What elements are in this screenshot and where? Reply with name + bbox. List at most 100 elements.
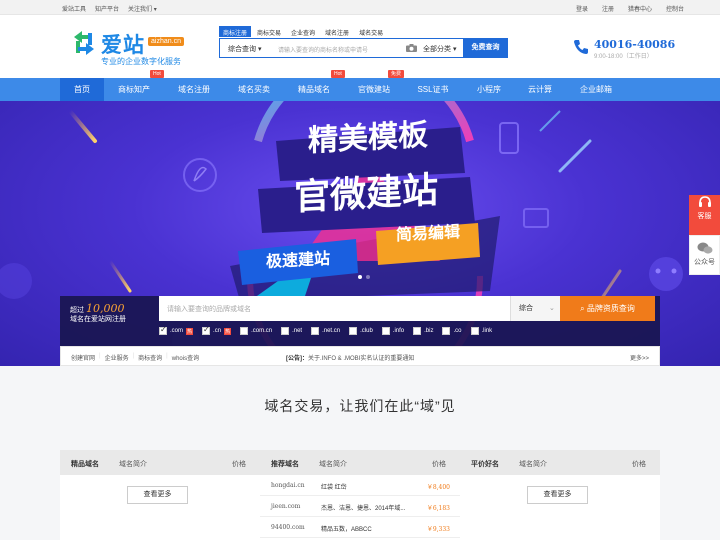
nav-domain-trade[interactable]: 域名买卖: [224, 78, 284, 101]
tld-label: .net.cn: [322, 328, 341, 334]
login-link[interactable]: 登录: [576, 4, 588, 13]
tld-label: .link: [481, 328, 493, 334]
tld-checkbox[interactable]: .com热: [159, 325, 194, 335]
nav-premium-domain[interactable]: 精品域名: [284, 78, 344, 101]
register-link[interactable]: 注册: [602, 4, 614, 13]
nav-home[interactable]: 首页: [60, 78, 104, 101]
wechat-button[interactable]: 公众号: [689, 235, 720, 275]
wechat-icon: [697, 242, 712, 254]
tld-checkbox[interactable]: .net: [281, 327, 302, 335]
checkbox[interactable]: [470, 327, 479, 335]
hot-badge: Hot: [150, 70, 164, 78]
tld-checkbox[interactable]: .co: [442, 327, 462, 335]
tld-label: .cn: [213, 328, 222, 334]
tld-checkbox[interactable]: .club: [349, 327, 373, 335]
tld-label: .co: [453, 328, 462, 334]
checkbox[interactable]: [159, 325, 167, 335]
table-row[interactable]: jieen.com 杰恩、洁恩、捷恩、2014年域... ￥6,183: [260, 496, 460, 517]
nav-ssl[interactable]: SSL证书: [404, 78, 462, 101]
free-search-button[interactable]: 免费查询: [463, 38, 508, 58]
logo-slogan: 专业的企业数字化服务: [101, 57, 181, 66]
panel-affordable: 平价好名 域名简介 价格 查看更多: [460, 450, 660, 540]
nav-domain-register[interactable]: 域名注册: [164, 78, 224, 101]
domain-intro: 红袋 红岱: [321, 485, 347, 491]
section-title: 域名交易，让我们在此“域”见: [264, 398, 456, 414]
domain-search-input[interactable]: 请输入要查询的品牌或域名: [159, 296, 510, 321]
tld-checkbox[interactable]: .net.cn: [311, 327, 340, 335]
hot-tag: 热: [186, 327, 194, 335]
view-more-button[interactable]: 查看更多: [127, 486, 188, 504]
checkbox[interactable]: [442, 327, 451, 335]
category-select[interactable]: 全部分类 ▾: [423, 44, 456, 54]
banner-line2: 官微建站: [294, 170, 438, 219]
checkbox[interactable]: [349, 327, 358, 335]
free-badge: 免费: [388, 70, 404, 78]
banner-tag1: 极速建站: [266, 249, 330, 271]
console-link[interactable]: 控制台: [666, 4, 684, 13]
checkbox[interactable]: [381, 327, 390, 335]
search-tab-domain[interactable]: 域名注册: [321, 26, 353, 37]
phone-icon: [574, 40, 588, 54]
nav-website[interactable]: 官微建站 Hot 免费: [331, 70, 404, 101]
search-tab-trade[interactable]: 商标交易: [253, 26, 285, 37]
table-row[interactable]: 94400.com 精品五数，ABBCC ￥9,333: [260, 517, 460, 538]
topbar-link-ip[interactable]: 知产平台: [95, 4, 119, 13]
nav-miniprogram[interactable]: 小程序: [462, 78, 516, 101]
search-tab-trademark[interactable]: 商标注册: [219, 26, 252, 37]
search-tab-company[interactable]: 企业查询: [287, 26, 319, 37]
domain-search: 超过 10,000 域名在爱站网注册 请输入要查询的品牌或域名 综合 ⌄ ⌕ 品…: [60, 296, 660, 346]
domain-search-type-select[interactable]: 综合 ⌄: [510, 296, 560, 321]
nav-trademark[interactable]: 商标知产 Hot: [104, 70, 164, 101]
domain-name: 94400.com: [271, 524, 305, 531]
hot-badge: Hot: [331, 70, 345, 78]
tld-label: .com.cn: [251, 328, 273, 334]
tld-checkbox[interactable]: .cn热: [202, 325, 232, 335]
hotline-hours: 9:00-18:00（工作日）: [594, 54, 653, 60]
quick-link-website[interactable]: 创建官网: [71, 353, 95, 362]
news-more-link[interactable]: 更多>>: [630, 353, 649, 362]
headset-icon: [698, 196, 711, 207]
checkbox[interactable]: [202, 325, 211, 335]
search-type-select[interactable]: 综合查询 ▾: [228, 44, 261, 54]
tld-label: .com: [170, 328, 184, 334]
checkbox[interactable]: [311, 327, 320, 335]
quick-link-business[interactable]: 企业服务: [105, 353, 129, 362]
view-more-button[interactable]: 查看更多: [527, 486, 588, 504]
nav-cloud[interactable]: 云计算: [516, 78, 564, 101]
checkbox[interactable]: [281, 327, 290, 335]
banner-line1: 精美模板: [308, 118, 428, 159]
domain-intro: 杰恩、洁恩、捷恩、2014年域...: [321, 506, 406, 512]
quick-link-whois[interactable]: whois查询: [172, 353, 199, 362]
camera-icon[interactable]: [406, 44, 417, 52]
search-box: 综合查询 ▾ 请输入要查询的商标名称或申请号 全部分类 ▾ 免费查询: [219, 38, 508, 58]
domain-price: ￥8,400: [426, 484, 450, 491]
search-icon: ⌕: [580, 304, 587, 313]
tld-label: .biz: [424, 328, 434, 334]
logo-domain: aizhan.cn: [148, 37, 184, 46]
checkbox[interactable]: [413, 327, 422, 335]
topbar-link-tools[interactable]: 爱站工具: [62, 4, 86, 13]
topbar-link-follow[interactable]: 关注我们 ▾: [128, 4, 157, 13]
nav-email[interactable]: 企业邮箱: [564, 78, 628, 101]
search-tab-domain-trade[interactable]: 域名交易: [355, 26, 387, 37]
tld-checkbox[interactable]: .com.cn: [240, 327, 272, 335]
customer-service-button[interactable]: 客服: [689, 195, 720, 235]
main-nav: 首页 商标知产 Hot 域名注册 域名买卖 精品域名 官微建站 Hot 免费 SSL证…: [0, 70, 720, 101]
domain-name: jieen.com: [271, 503, 301, 510]
user-center-link[interactable]: 猎春中心: [628, 4, 652, 13]
brand-check-button[interactable]: ⌕ 品牌资质查询: [560, 296, 655, 321]
checkbox[interactable]: [240, 327, 249, 335]
search-input[interactable]: 请输入要查询的商标名称或申请号: [278, 45, 368, 54]
top-bar: 爱站工具 知产平台 关注我们 ▾ 登录 注册 猎春中心 控制台: [0, 0, 720, 15]
logo-name: 爱站: [101, 34, 145, 57]
tld-checkbox[interactable]: .biz: [413, 327, 433, 335]
tld-checkbox[interactable]: .info: [381, 327, 404, 335]
floating-contact: 客服 公众号: [689, 190, 720, 275]
quick-link-trademark[interactable]: 商标查询: [138, 353, 162, 362]
logo[interactable]: 爱站 aizhan.cn 专业的企业数字化服务: [70, 29, 188, 69]
tld-checkbox[interactable]: .link: [470, 327, 493, 335]
notice[interactable]: [公告]：关于.INFO & .MOBI实名认证的重要通知: [286, 353, 414, 362]
panel-premium: 精品域名 域名简介 价格 查看更多: [60, 450, 260, 540]
domain-intro: 精品五数，ABBCC: [321, 527, 372, 533]
table-row[interactable]: hongdai.cn 红袋 红岱 ￥8,400: [260, 475, 460, 496]
